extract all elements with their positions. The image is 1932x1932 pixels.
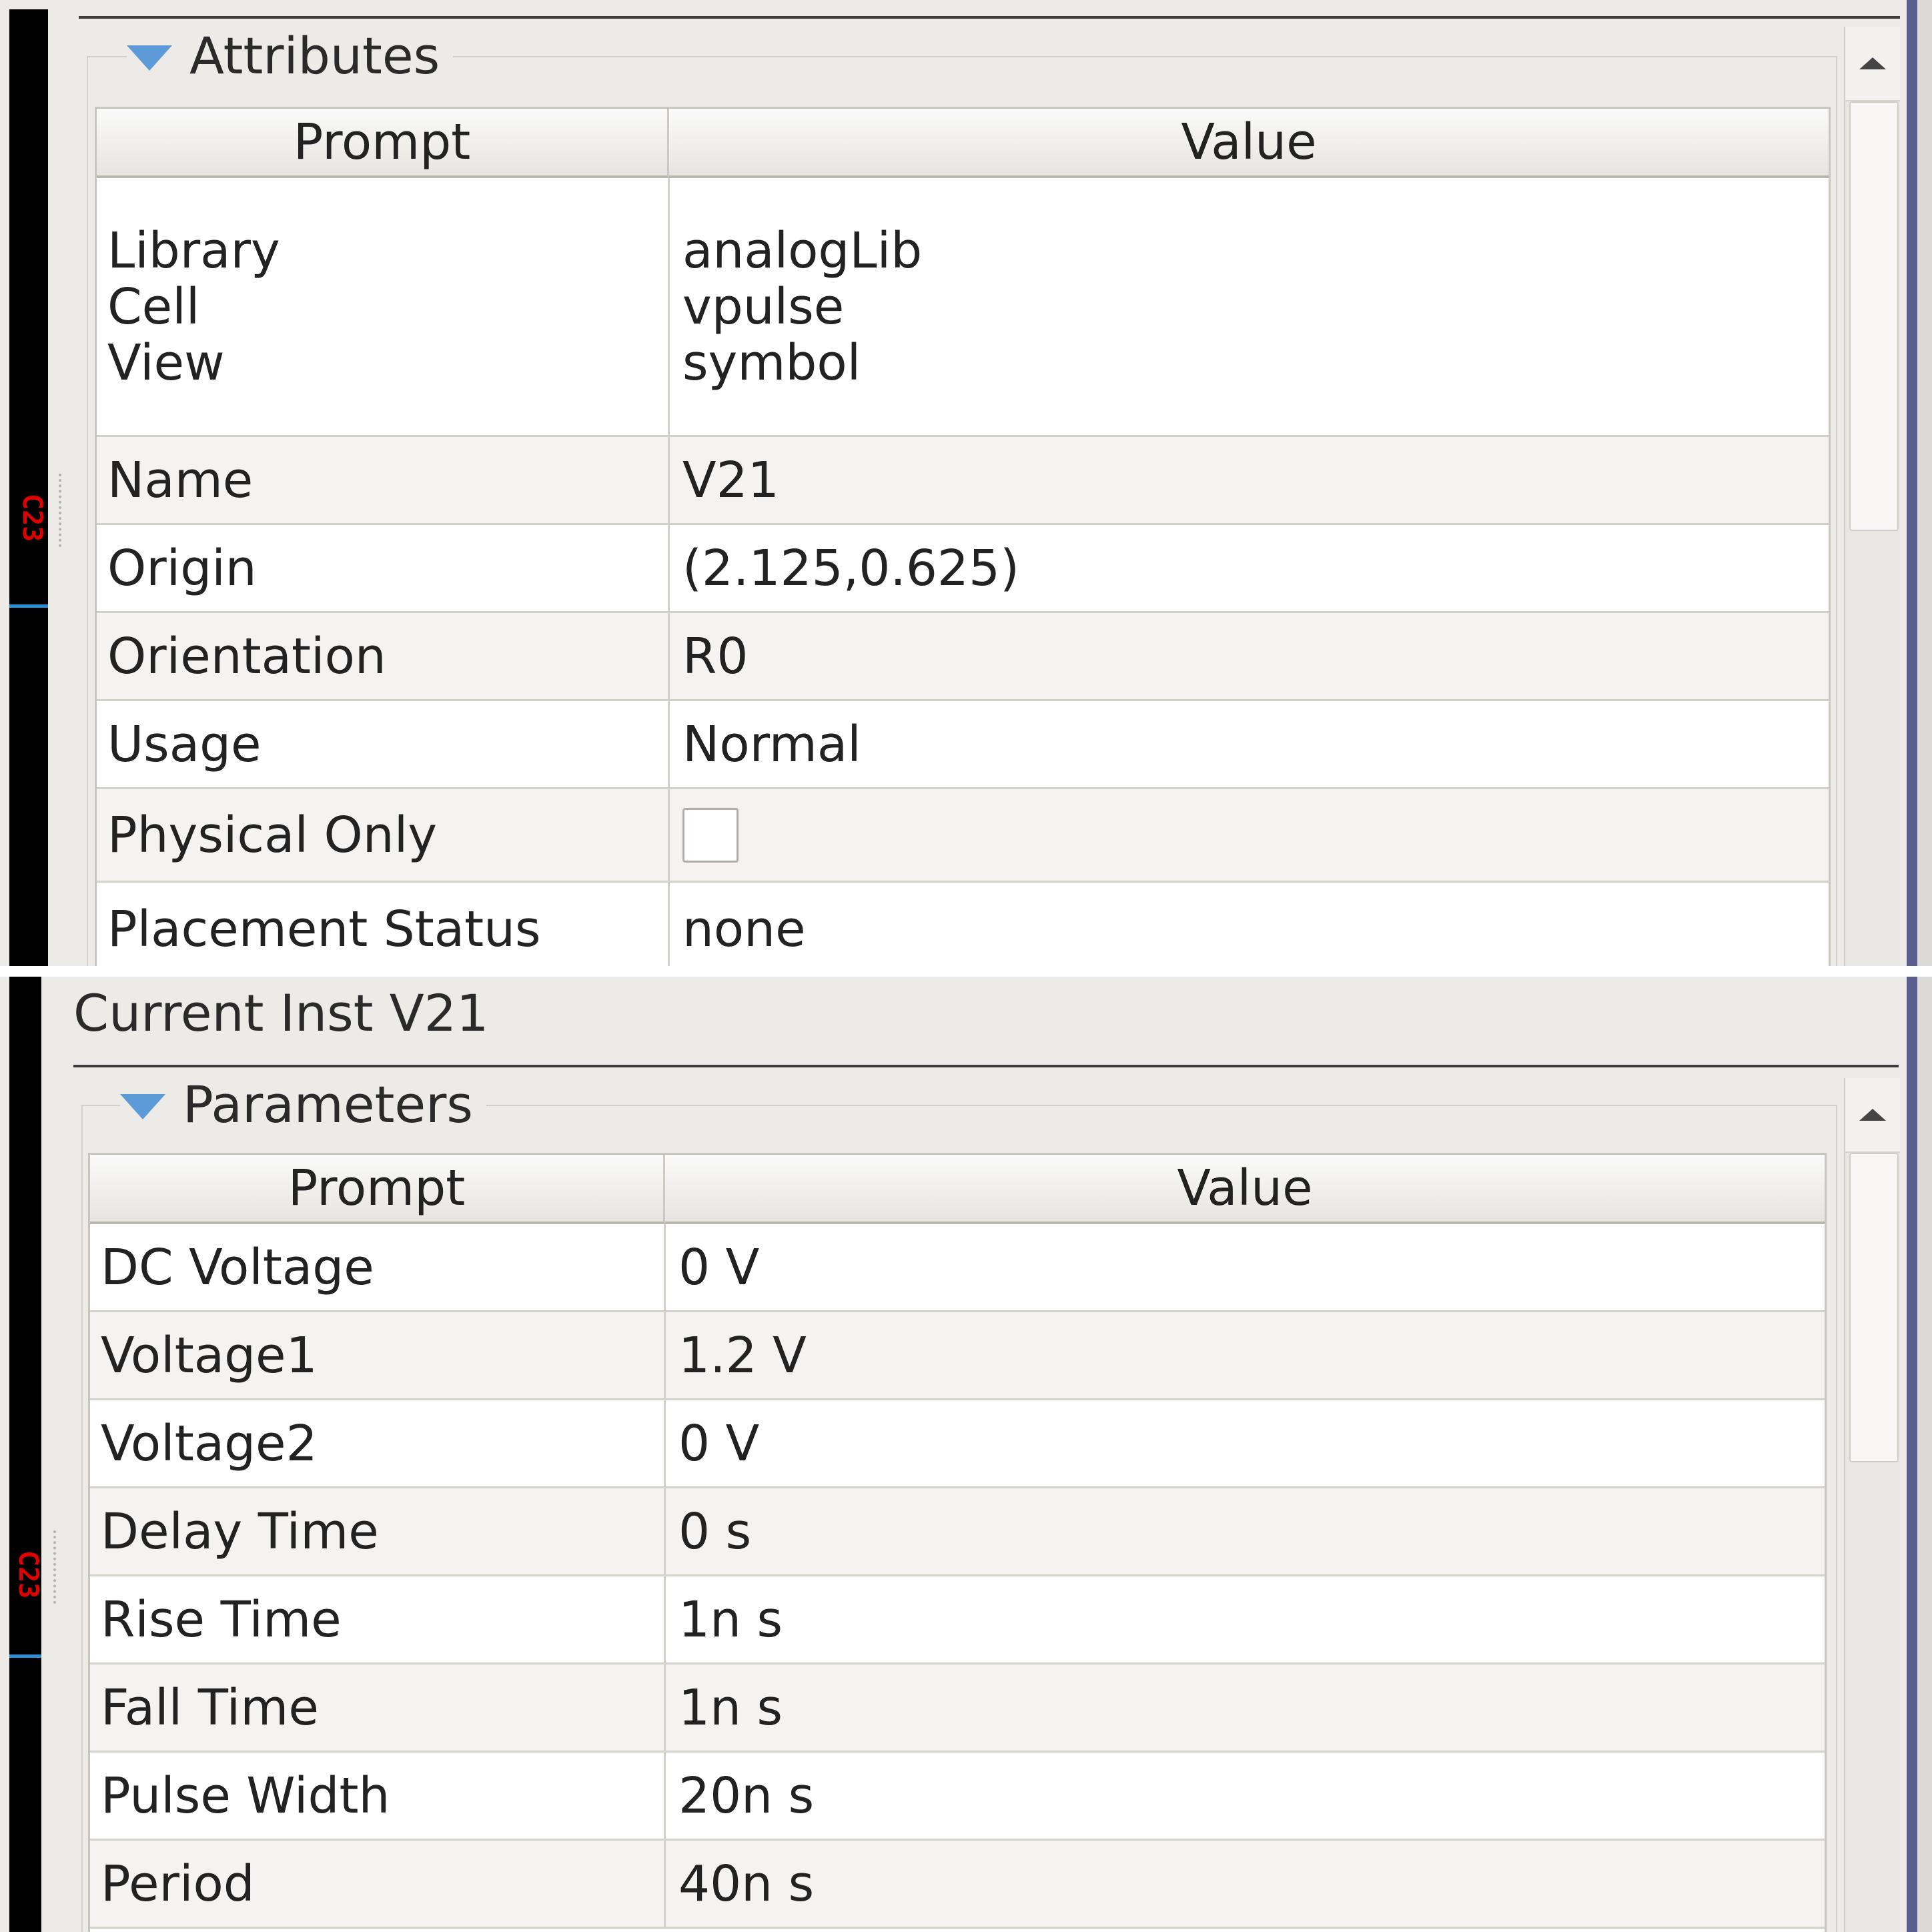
row-value[interactable]: 1n s xyxy=(668,1664,783,1751)
scroll-thumb[interactable] xyxy=(1849,101,1899,531)
row-prompt: Voltage1 xyxy=(101,1326,318,1384)
parameters-title: Parameters xyxy=(183,1074,473,1134)
column-header-prompt[interactable]: Prompt xyxy=(90,1155,665,1224)
row-prompt: Usage xyxy=(107,715,262,773)
table-row[interactable]: Fall Time 1n s xyxy=(90,1664,1825,1753)
library-label: Library xyxy=(107,221,280,280)
splitter-handle[interactable] xyxy=(53,1530,63,1604)
column-header-prompt[interactable]: Prompt xyxy=(97,109,669,178)
window-right-edge xyxy=(1907,977,1932,1932)
attributes-panel: C23 Attributes Prompt Value Library Cell… xyxy=(0,0,1932,966)
row-value[interactable]: 0 V xyxy=(668,1224,759,1310)
row-prompt: Period xyxy=(101,1855,255,1913)
table-row[interactable]: Delay Time 0 s xyxy=(90,1488,1825,1576)
attributes-title: Attributes xyxy=(189,25,440,85)
row-prompt: Pulse Width xyxy=(101,1767,390,1825)
scroll-up-arrow-icon[interactable] xyxy=(1845,27,1900,101)
row-value[interactable]: V21 xyxy=(672,437,779,523)
row-prompt: Name xyxy=(107,451,254,509)
row-value[interactable]: R0 xyxy=(672,613,749,699)
row-prompt: Voltage2 xyxy=(101,1414,318,1472)
table-row[interactable]: Orientation R0 xyxy=(97,613,1829,701)
table-row[interactable]: Voltage2 0 V xyxy=(90,1400,1825,1488)
row-value[interactable]: 1n s xyxy=(668,1576,783,1662)
attributes-scrollbar[interactable] xyxy=(1844,27,1900,966)
row-value[interactable]: Normal xyxy=(672,701,861,787)
row-prompt: DC Voltage xyxy=(101,1238,374,1296)
panel-separator xyxy=(73,1065,1899,1067)
disclosure-triangle-icon[interactable] xyxy=(120,1094,165,1119)
row-value[interactable]: (2.125,0.625) xyxy=(672,525,1019,611)
row-prompt: Orientation xyxy=(107,627,386,685)
parameters-group-header[interactable]: Parameters xyxy=(120,1074,486,1134)
row-value xyxy=(672,789,739,881)
view-value: symbol xyxy=(682,334,861,392)
scroll-thumb[interactable] xyxy=(1849,1153,1899,1462)
current-instance-label: Current Inst V21 xyxy=(73,983,489,1043)
library-value: analogLib xyxy=(682,221,923,280)
row-prompt: Delay Time xyxy=(101,1502,379,1560)
parameters-panel: C23 Current Inst V21 Parameters Prompt V… xyxy=(0,977,1932,1932)
row-prompt: Placement Status xyxy=(107,901,541,958)
canvas-instance-label: C23 xyxy=(13,1550,43,1599)
canvas-instance-label: C23 xyxy=(17,494,47,542)
row-prompt: Physical Only xyxy=(107,806,438,864)
row-value[interactable]: 20n s xyxy=(668,1753,814,1839)
row-prompt: Origin xyxy=(107,539,257,597)
row-value[interactable]: 0 s xyxy=(668,1488,751,1574)
table-row[interactable]: Name V21 xyxy=(97,437,1829,525)
parameters-table: Prompt Value DC Voltage 0 V Voltage1 1.2… xyxy=(88,1153,1827,1932)
row-value[interactable]: 1.2 V xyxy=(668,1312,807,1398)
disclosure-triangle-icon[interactable] xyxy=(127,45,172,71)
cellview-row: Library Cell View analogLib vpulse symbo… xyxy=(97,178,1829,437)
canvas-wire xyxy=(9,1654,41,1658)
splitter-handle[interactable] xyxy=(59,474,68,547)
window-right-edge xyxy=(1907,0,1932,966)
column-header-value[interactable]: Value xyxy=(669,109,1829,178)
panel-separator xyxy=(79,16,1900,19)
table-row[interactable]: Placement Status none xyxy=(97,883,1829,966)
physical-only-checkbox[interactable] xyxy=(682,807,739,863)
table-row[interactable]: Rise Time 1n s xyxy=(90,1576,1825,1664)
view-label: View xyxy=(107,334,225,392)
parameters-scrollbar[interactable] xyxy=(1844,1078,1900,1932)
column-header-value[interactable]: Value xyxy=(665,1155,1825,1224)
row-prompt: Fall Time xyxy=(101,1678,319,1737)
row-prompt: Rise Time xyxy=(101,1590,342,1648)
cellview-values: analogLib vpulse symbol xyxy=(672,178,1817,435)
table-row[interactable]: Origin (2.125,0.625) xyxy=(97,525,1829,613)
table-row[interactable]: Period 40n s xyxy=(90,1841,1825,1929)
table-row[interactable]: Pulse Width 20n s xyxy=(90,1753,1825,1841)
table-row[interactable]: Voltage1 1.2 V xyxy=(90,1312,1825,1400)
row-value[interactable]: 0 V xyxy=(668,1400,759,1486)
table-row[interactable]: Physical Only xyxy=(97,789,1829,883)
cellview-prompts: Library Cell View xyxy=(97,178,669,435)
attributes-group-header[interactable]: Attributes xyxy=(127,25,454,85)
canvas-wire xyxy=(9,604,48,608)
cell-value: vpulse xyxy=(682,278,845,336)
cell-label: Cell xyxy=(107,278,200,336)
row-value[interactable]: none xyxy=(672,883,806,966)
table-row[interactable]: DC Voltage 0 V xyxy=(90,1224,1825,1312)
row-value[interactable]: 40n s xyxy=(668,1841,814,1927)
attributes-table: Prompt Value Library Cell View analogLib… xyxy=(95,107,1831,966)
schematic-canvas-strip xyxy=(9,9,48,966)
scroll-up-arrow-icon[interactable] xyxy=(1845,1078,1900,1153)
schematic-canvas-strip xyxy=(9,977,41,1932)
table-row[interactable]: Usage Normal xyxy=(97,701,1829,789)
